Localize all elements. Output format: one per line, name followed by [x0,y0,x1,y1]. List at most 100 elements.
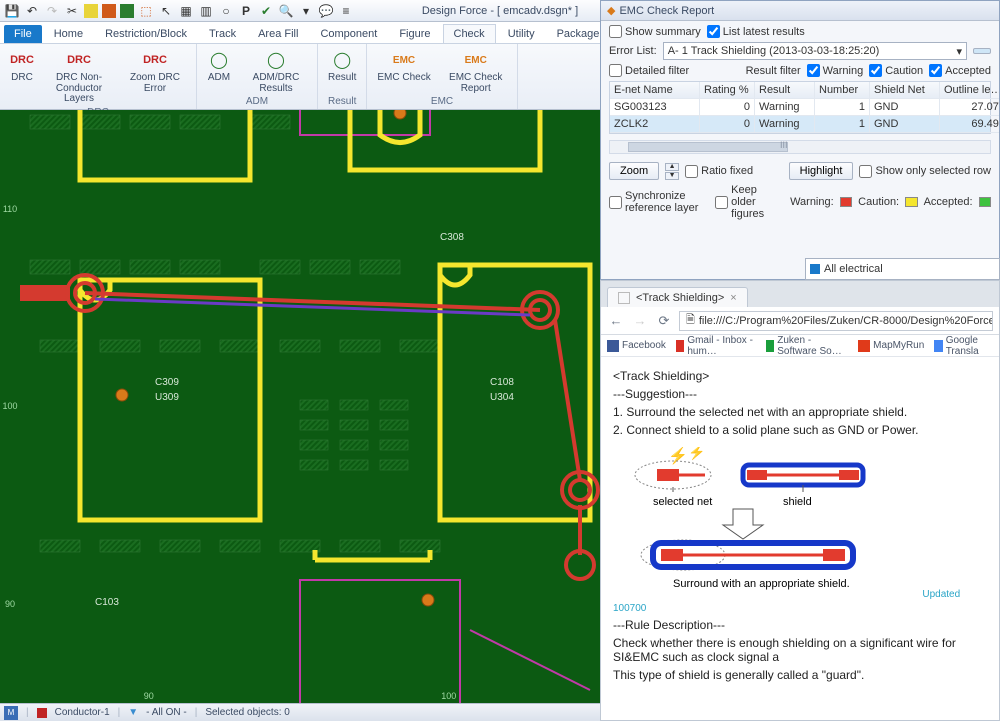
drc-nonconductor-button[interactable]: DRCDRC Non- Conductor Layers [44,46,114,107]
tab-component[interactable]: Component [310,25,387,43]
emc-check-button[interactable]: EMCEMC Check [373,46,434,96]
pointer-icon[interactable]: ↖ [158,3,174,19]
svg-text:U304: U304 [490,392,514,403]
legend-warning-label: Warning: [790,196,834,208]
legend-caution-label: Caution: [858,196,899,208]
svg-text:⚡: ⚡ [668,447,688,465]
back-icon[interactable]: ← [607,312,625,330]
chevron-down-icon: ▾ [956,45,962,58]
list-latest-checkbox[interactable]: List latest results [707,25,805,38]
tab-check[interactable]: Check [443,24,496,43]
status-layer[interactable]: Conductor-1 [55,707,110,718]
tab-utility[interactable]: Utility [498,25,545,43]
drc-button[interactable]: DRCDRC [6,46,38,107]
ribbon-group-label: EMC [431,96,453,107]
bookmark-mapmyrun[interactable]: MapMyRun [858,340,924,352]
ruler-horizontal: 90100 [0,689,600,703]
doc-text: 2. Connect shield to a solid plane such … [613,423,987,437]
search-button[interactable] [973,48,991,54]
ratio-fixed-checkbox[interactable]: Ratio fixed [685,165,753,178]
adm-drc-results-button[interactable]: ◯ADM/DRC Results [241,46,311,96]
layer-swatch[interactable] [37,708,47,718]
search-icon[interactable]: 🔍 [278,3,294,19]
keep-figures-checkbox[interactable]: Keep older figures [715,184,784,220]
bookmark-gmail[interactable]: Gmail - Inbox - hum… [676,335,756,357]
bookmark-facebook[interactable]: Facebook [607,340,666,352]
pcb-canvas[interactable]: C308 C309 U309 C108 U304 C103 11010090 9… [0,110,600,703]
zoom-stepper[interactable]: ▲▼ [665,163,679,180]
svg-text:⚡: ⚡ [688,447,705,461]
doc-section: ---Suggestion--- [613,387,987,401]
doc-text: Check whether there is enough shielding … [613,636,987,664]
text-icon[interactable]: P [238,3,254,19]
doc-text: 1. Surround the selected net with an app… [613,405,987,419]
check-icon[interactable]: ✔ [258,3,274,19]
mode-icon[interactable]: M [4,706,18,720]
status-selected: Selected objects: 0 [205,707,290,718]
ribbon-group-result: ◯Result Result [318,44,367,109]
tab-track[interactable]: Track [199,25,246,43]
tab-file[interactable]: File [4,25,42,43]
forward-icon[interactable]: → [631,312,649,330]
reload-icon[interactable]: ⟳ [655,312,673,330]
error-list-select[interactable]: A- 1 Track Shielding (2013-03-03-18:25:2… [663,42,967,60]
table-row[interactable]: SG0031230Warning1GND27.078 [610,99,990,116]
bookmark-translate[interactable]: Google Transla [934,335,993,357]
result-filter-label: Result filter [746,65,801,77]
tab-figure[interactable]: Figure [389,25,440,43]
tab-home[interactable]: Home [44,25,93,43]
result-button[interactable]: ◯Result [324,46,360,86]
tool-icon[interactable] [120,4,134,18]
legend-caution-swatch [905,197,917,207]
highlight-button[interactable]: Highlight [789,162,854,180]
browser-tab-title: <Track Shielding> [636,292,724,304]
adm-button[interactable]: ◯ADM [203,46,235,96]
emc-check-report-panel: ◆ EMC Check Report Show summary List lat… [600,0,1000,280]
url-bar[interactable]: 🗎 file:///C:/Program%20Files/Zuken/CR-80… [679,311,993,331]
svg-text:selected net: selected net [653,496,712,508]
tool-icon[interactable]: ▥ [198,3,214,19]
tool-icon[interactable]: ⬚ [138,3,154,19]
save-icon[interactable]: 💾 [4,3,20,19]
bookmark-zuken[interactable]: Zuken - Software So… [766,335,848,357]
svg-text:C308: C308 [440,232,464,243]
filter-caution-checkbox[interactable]: Caution [869,64,923,77]
tool-icon[interactable] [84,4,98,18]
file-icon: 🗎 [686,311,695,330]
tool-icon[interactable]: ▦ [178,3,194,19]
detailed-filter-checkbox[interactable]: Detailed filter [609,64,689,77]
tool-icon[interactable] [102,4,116,18]
close-icon[interactable]: × [730,292,736,304]
circle-icon[interactable]: ○ [218,3,234,19]
layer-dropdown[interactable]: All electrical [805,258,1000,280]
svg-text:C309: C309 [155,377,179,388]
redo-icon[interactable]: ↷ [44,3,60,19]
status-filter[interactable]: - All ON - [146,707,187,718]
dropdown-icon[interactable]: ≡ [338,3,354,19]
filter-accepted-checkbox[interactable]: Accepted [929,64,991,77]
tab-areafill[interactable]: Area Fill [248,25,308,43]
sync-layer-checkbox[interactable]: Synchronize reference layer [609,190,709,214]
emc-panel-title: ◆ EMC Check Report [601,1,999,21]
down-icon[interactable]: ▾ [298,3,314,19]
zoom-drc-error-button[interactable]: DRCZoom DRC Error [120,46,190,107]
scrollbar-horizontal[interactable]: III [609,140,991,154]
show-summary-checkbox[interactable]: Show summary [609,25,701,38]
browser-tab[interactable]: <Track Shielding> × [607,287,748,307]
comment-icon[interactable]: 💬 [318,3,334,19]
table-row[interactable]: ▸ZCLK20Warning1GND69.492 [610,116,990,133]
svg-text:shield: shield [783,496,812,508]
emc-results-table: E-net NameRating %ResultNumberShield Net… [609,81,991,134]
help-document: <Track Shielding> ---Suggestion--- 1. Su… [601,357,999,720]
ribbon-group-emc: EMCEMC Check EMCEMC Check Report EMC [367,44,517,109]
error-list-label: Error List: [609,45,657,57]
tab-restriction[interactable]: Restriction/Block [95,25,197,43]
legend-warning-swatch [840,197,852,207]
zoom-button[interactable]: Zoom [609,162,659,180]
cut-icon[interactable]: ✂ [64,3,80,19]
undo-icon[interactable]: ↶ [24,3,40,19]
emc-check-report-button[interactable]: EMCEMC Check Report [441,46,511,96]
filter-icon[interactable]: ▼ [128,707,138,718]
show-only-selected-checkbox[interactable]: Show only selected row [859,165,991,178]
filter-warning-checkbox[interactable]: Warning [807,64,864,77]
